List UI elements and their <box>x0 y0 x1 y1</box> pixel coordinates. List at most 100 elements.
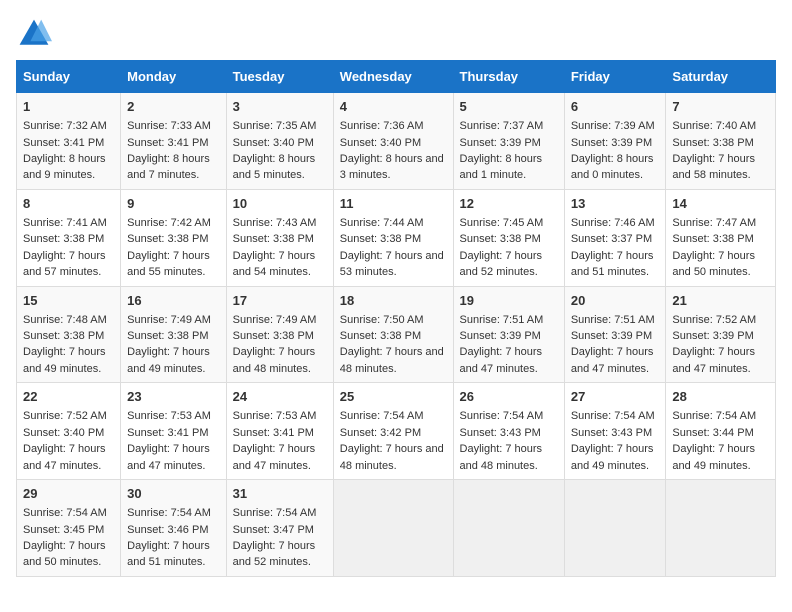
calendar-cell: 28Sunrise: 7:54 AMSunset: 3:44 PMDayligh… <box>666 383 776 480</box>
cell-date: 8 <box>23 195 114 213</box>
calendar-cell: 10Sunrise: 7:43 AMSunset: 3:38 PMDayligh… <box>226 189 333 286</box>
calendar-cell: 13Sunrise: 7:46 AMSunset: 3:37 PMDayligh… <box>564 189 666 286</box>
cell-sunset: Sunset: 3:43 PM <box>460 427 541 439</box>
cell-sunset: Sunset: 3:38 PM <box>340 233 421 245</box>
cell-sunrise: Sunrise: 7:54 AM <box>672 410 756 422</box>
cell-daylight: Daylight: 7 hours and 53 minutes. <box>340 250 444 278</box>
cell-sunset: Sunset: 3:37 PM <box>571 233 652 245</box>
header <box>16 16 776 52</box>
cell-sunrise: Sunrise: 7:36 AM <box>340 120 424 132</box>
cell-sunset: Sunset: 3:38 PM <box>672 137 753 149</box>
logo <box>16 16 56 52</box>
cell-date: 20 <box>571 292 660 310</box>
cell-sunset: Sunset: 3:39 PM <box>571 137 652 149</box>
cell-date: 22 <box>23 388 114 406</box>
cell-sunrise: Sunrise: 7:42 AM <box>127 217 211 229</box>
cell-date: 17 <box>233 292 327 310</box>
calendar-cell: 4Sunrise: 7:36 AMSunset: 3:40 PMDaylight… <box>333 93 453 190</box>
cell-date: 15 <box>23 292 114 310</box>
cell-daylight: Daylight: 7 hours and 48 minutes. <box>340 346 444 374</box>
cell-date: 23 <box>127 388 219 406</box>
cell-date: 9 <box>127 195 219 213</box>
cell-sunset: Sunset: 3:38 PM <box>127 330 208 342</box>
cell-sunrise: Sunrise: 7:51 AM <box>460 314 544 326</box>
cell-date: 1 <box>23 98 114 116</box>
cell-daylight: Daylight: 7 hours and 52 minutes. <box>233 540 316 568</box>
calendar-cell: 30Sunrise: 7:54 AMSunset: 3:46 PMDayligh… <box>121 480 226 577</box>
cell-date: 26 <box>460 388 558 406</box>
calendar-table: SundayMondayTuesdayWednesdayThursdayFrid… <box>16 60 776 577</box>
cell-daylight: Daylight: 7 hours and 50 minutes. <box>672 250 755 278</box>
cell-daylight: Daylight: 7 hours and 55 minutes. <box>127 250 210 278</box>
week-row-4: 22Sunrise: 7:52 AMSunset: 3:40 PMDayligh… <box>17 383 776 480</box>
cell-daylight: Daylight: 8 hours and 9 minutes. <box>23 153 106 181</box>
calendar-cell <box>666 480 776 577</box>
cell-date: 31 <box>233 485 327 503</box>
cell-sunrise: Sunrise: 7:47 AM <box>672 217 756 229</box>
cell-daylight: Daylight: 7 hours and 47 minutes. <box>672 346 755 374</box>
calendar-cell: 25Sunrise: 7:54 AMSunset: 3:42 PMDayligh… <box>333 383 453 480</box>
cell-sunrise: Sunrise: 7:46 AM <box>571 217 655 229</box>
cell-daylight: Daylight: 7 hours and 57 minutes. <box>23 250 106 278</box>
calendar-cell: 24Sunrise: 7:53 AMSunset: 3:41 PMDayligh… <box>226 383 333 480</box>
cell-daylight: Daylight: 8 hours and 0 minutes. <box>571 153 654 181</box>
cell-daylight: Daylight: 7 hours and 52 minutes. <box>460 250 543 278</box>
cell-daylight: Daylight: 8 hours and 3 minutes. <box>340 153 444 181</box>
calendar-cell: 7Sunrise: 7:40 AMSunset: 3:38 PMDaylight… <box>666 93 776 190</box>
cell-sunrise: Sunrise: 7:54 AM <box>460 410 544 422</box>
week-row-1: 1Sunrise: 7:32 AMSunset: 3:41 PMDaylight… <box>17 93 776 190</box>
cell-sunrise: Sunrise: 7:54 AM <box>127 507 211 519</box>
cell-sunrise: Sunrise: 7:51 AM <box>571 314 655 326</box>
calendar-cell: 18Sunrise: 7:50 AMSunset: 3:38 PMDayligh… <box>333 286 453 383</box>
cell-sunset: Sunset: 3:39 PM <box>460 330 541 342</box>
header-day-wednesday: Wednesday <box>333 61 453 93</box>
calendar-cell: 22Sunrise: 7:52 AMSunset: 3:40 PMDayligh… <box>17 383 121 480</box>
cell-sunset: Sunset: 3:38 PM <box>672 233 753 245</box>
cell-date: 7 <box>672 98 769 116</box>
calendar-body: 1Sunrise: 7:32 AMSunset: 3:41 PMDaylight… <box>17 93 776 577</box>
cell-sunset: Sunset: 3:40 PM <box>23 427 104 439</box>
cell-daylight: Daylight: 7 hours and 47 minutes. <box>233 443 316 471</box>
cell-sunset: Sunset: 3:39 PM <box>460 137 541 149</box>
calendar-cell: 5Sunrise: 7:37 AMSunset: 3:39 PMDaylight… <box>453 93 564 190</box>
calendar-cell: 14Sunrise: 7:47 AMSunset: 3:38 PMDayligh… <box>666 189 776 286</box>
cell-daylight: Daylight: 7 hours and 47 minutes. <box>23 443 106 471</box>
cell-date: 12 <box>460 195 558 213</box>
calendar-cell: 16Sunrise: 7:49 AMSunset: 3:38 PMDayligh… <box>121 286 226 383</box>
calendar-cell: 31Sunrise: 7:54 AMSunset: 3:47 PMDayligh… <box>226 480 333 577</box>
calendar-cell <box>333 480 453 577</box>
calendar-cell: 20Sunrise: 7:51 AMSunset: 3:39 PMDayligh… <box>564 286 666 383</box>
cell-date: 16 <box>127 292 219 310</box>
cell-sunrise: Sunrise: 7:52 AM <box>672 314 756 326</box>
calendar-cell: 15Sunrise: 7:48 AMSunset: 3:38 PMDayligh… <box>17 286 121 383</box>
calendar-cell: 1Sunrise: 7:32 AMSunset: 3:41 PMDaylight… <box>17 93 121 190</box>
cell-date: 25 <box>340 388 447 406</box>
cell-sunrise: Sunrise: 7:49 AM <box>127 314 211 326</box>
cell-sunset: Sunset: 3:43 PM <box>571 427 652 439</box>
cell-date: 21 <box>672 292 769 310</box>
cell-sunrise: Sunrise: 7:53 AM <box>127 410 211 422</box>
cell-sunset: Sunset: 3:38 PM <box>233 330 314 342</box>
cell-sunrise: Sunrise: 7:54 AM <box>233 507 317 519</box>
calendar-cell: 19Sunrise: 7:51 AMSunset: 3:39 PMDayligh… <box>453 286 564 383</box>
calendar-cell: 11Sunrise: 7:44 AMSunset: 3:38 PMDayligh… <box>333 189 453 286</box>
cell-sunset: Sunset: 3:46 PM <box>127 524 208 536</box>
cell-date: 27 <box>571 388 660 406</box>
calendar-cell: 3Sunrise: 7:35 AMSunset: 3:40 PMDaylight… <box>226 93 333 190</box>
calendar-cell <box>564 480 666 577</box>
cell-sunrise: Sunrise: 7:40 AM <box>672 120 756 132</box>
cell-sunset: Sunset: 3:45 PM <box>23 524 104 536</box>
header-day-saturday: Saturday <box>666 61 776 93</box>
calendar-cell: 27Sunrise: 7:54 AMSunset: 3:43 PMDayligh… <box>564 383 666 480</box>
cell-sunset: Sunset: 3:42 PM <box>340 427 421 439</box>
cell-sunrise: Sunrise: 7:35 AM <box>233 120 317 132</box>
calendar-cell: 29Sunrise: 7:54 AMSunset: 3:45 PMDayligh… <box>17 480 121 577</box>
week-row-5: 29Sunrise: 7:54 AMSunset: 3:45 PMDayligh… <box>17 480 776 577</box>
cell-date: 11 <box>340 195 447 213</box>
cell-date: 13 <box>571 195 660 213</box>
cell-date: 2 <box>127 98 219 116</box>
cell-sunset: Sunset: 3:39 PM <box>672 330 753 342</box>
cell-date: 30 <box>127 485 219 503</box>
cell-sunset: Sunset: 3:44 PM <box>672 427 753 439</box>
logo-icon <box>16 16 52 52</box>
